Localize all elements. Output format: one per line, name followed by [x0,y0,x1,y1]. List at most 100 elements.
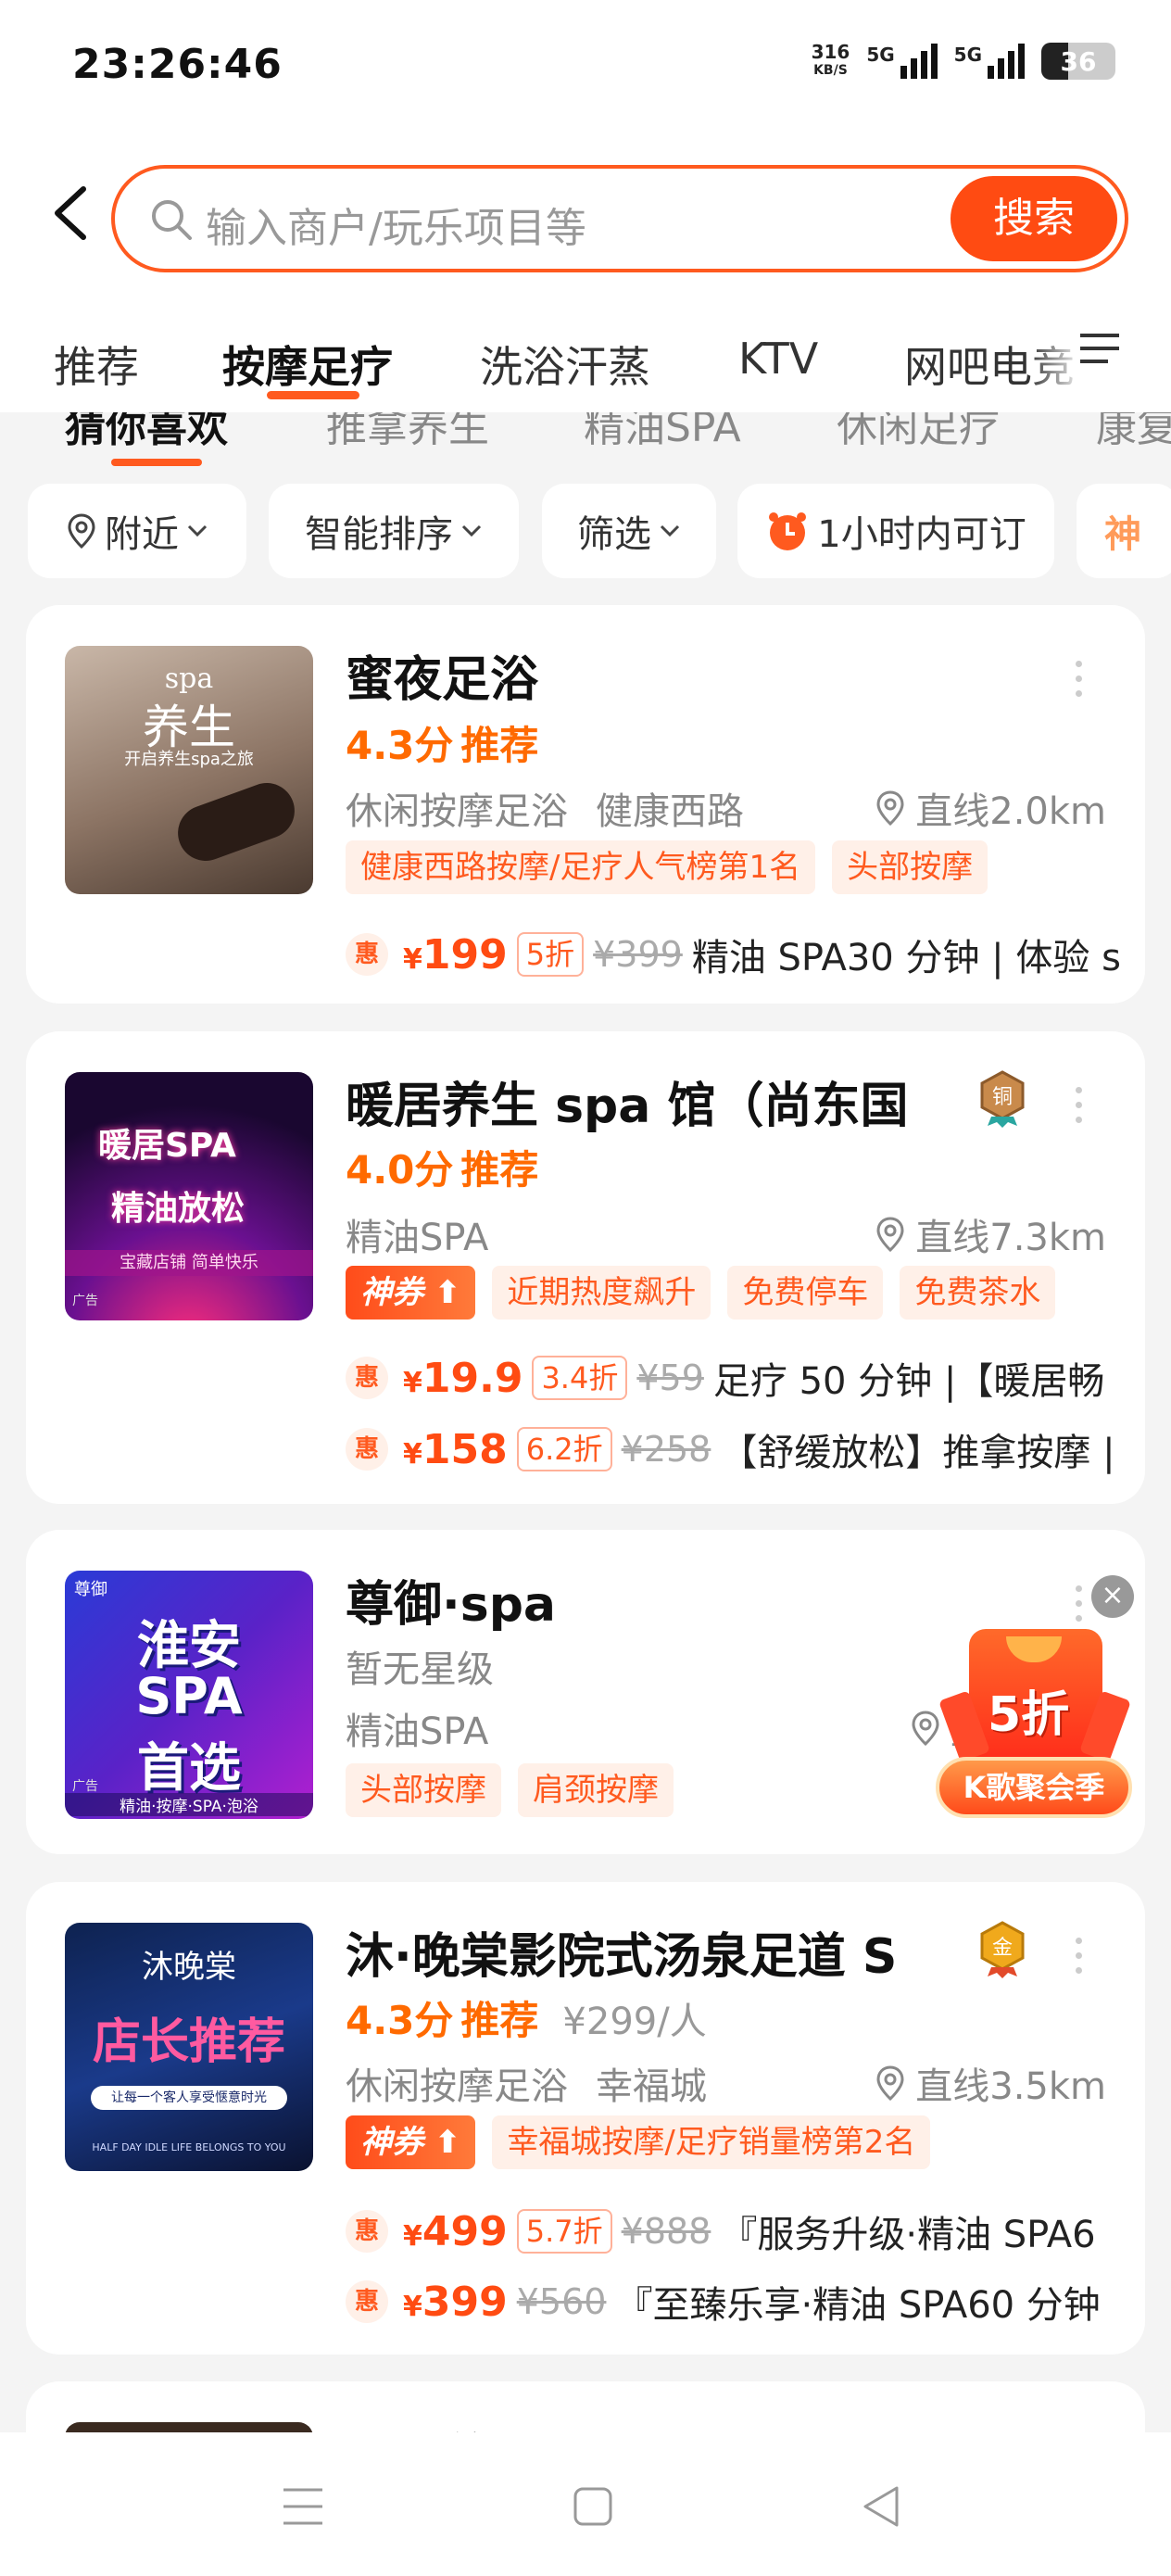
shop-tags: 神券 ⬆ 幸福城按摩/足疗销量榜第2名 [346,2115,931,2169]
deal-row[interactable]: 惠 ¥399 ¥560 『至臻乐享·精油 SPA60 分钟 [346,2275,1101,2329]
shop-name[interactable]: 尊御·spa [346,1565,556,1635]
shop-score: 4.3分 推荐 ¥299/人 [346,1998,707,2043]
battery-icon: 36 [1041,43,1115,80]
shop-category: 休闲按摩足浴 健康西路 [346,790,744,833]
shop-thumbnail: spa 养生 开启养生spa之旅 [65,646,313,894]
deal-row[interactable]: 惠 ¥158 6.2折 ¥258 【舒缓放松】推拿按摩 | [346,1422,1115,1476]
deal-price: ¥158 [403,1425,508,1473]
search-input[interactable]: 输入商户/玩乐项目等 搜索 [111,165,1128,272]
shop-card-4[interactable]: 沐晚棠 店长推荐 让每一个客人享受惬意时光 HALF DAY IDLE LIFE… [26,1882,1145,2355]
tag-badge: 肩颈按摩 [518,1763,674,1817]
shop-tags: 神券 ⬆ 近期热度飙升 免费停车 免费茶水 [346,1266,1056,1320]
subtab-rehab[interactable]: 康复 [1096,412,1171,453]
menu-icon[interactable] [1077,330,1123,371]
shop-name[interactable]: 沐·晚棠影院式汤泉足道 S [346,1917,897,1987]
deal-original-price: ¥258 [621,1429,711,1470]
search-icon [152,200,192,240]
deal-discount: 3.4折 [532,1356,628,1400]
deal-discount: 5.7折 [516,2209,612,2254]
shop-thumbnail: 尊御 淮安 SPA 首选 精油·按摩·SPA·泡浴 广告 [65,1571,313,1819]
filter-bar: 附近 智能排序 筛选 1小时内可订 神 [0,480,1171,582]
system-nav-bar [0,2432,1171,2576]
deal-icon: 惠 [346,1428,388,1471]
back-nav-icon[interactable] [860,2484,900,2529]
chevron-down-icon [461,524,482,537]
promo-floating-badge[interactable]: 5折 K歌聚会季 [932,1629,1136,1822]
shop-category: 休闲按摩足浴 幸福城 [346,2065,707,2108]
chevron-down-icon [187,524,208,537]
shop-category: 精油SPA [346,1711,489,1753]
home-nav-icon[interactable] [573,2486,613,2527]
tag-badge: 健康西路按摩/足疗人气榜第1名 [346,840,816,894]
signal-icon-2: 5G [954,44,1025,79]
tab-ktv[interactable]: KTV [738,334,818,384]
location-icon [876,2065,904,2102]
deal-discount: 6.2折 [516,1427,612,1471]
deal-original-price: ¥888 [621,2211,711,2252]
close-icon[interactable]: × [1091,1575,1134,1618]
shop-card-1[interactable]: spa 养生 开启养生spa之旅 蜜夜足浴 4.3分 推荐 休闲按摩足浴 健康西路 … [26,605,1145,1004]
coupon-badge: 神券 ⬆ [346,2115,476,2169]
deal-row[interactable]: 惠 ¥199 5折 ¥399 精油 SPA30 分钟 | 体验 s [346,928,1121,981]
shop-score: 4.0分 推荐 [346,1147,539,1193]
search-header: 输入商户/玩乐项目等 搜索 [0,139,1171,278]
shop-distance: 直线3.5km [875,2056,1106,2110]
deal-discount: 5折 [516,932,585,977]
search-button[interactable]: 搜索 [951,176,1117,261]
location-icon [68,513,95,549]
deal-original-price: ¥399 [593,934,683,975]
deal-row[interactable]: 惠 ¥499 5.7折 ¥888 『服务升级·精油 SPA6 [346,2204,1096,2258]
status-bar: 23:26:46 316 KB/S 5G 5G 36 [0,0,1171,139]
shop-name[interactable]: 暖居养生 spa 馆（尚东国 [346,1067,908,1136]
tab-massage[interactable]: 按摩足疗 [222,334,393,395]
search-placeholder: 输入商户/玩乐项目等 [206,205,586,252]
subtab-tuina[interactable]: 推拿养生 [326,412,489,453]
deal-icon: 惠 [346,933,388,976]
tag-badge: 头部按摩 [832,840,988,894]
svg-text:铜: 铜 [992,1086,1013,1109]
bronze-medal-icon: 铜 [980,1070,1025,1128]
active-tab-indicator [267,391,359,399]
subtab-guess[interactable]: 猜你喜欢 [65,412,228,453]
more-icon[interactable] [1075,1087,1084,1128]
deal-row[interactable]: 惠 ¥19.9 3.4折 ¥59 足疗 50 分钟 |【暖居畅 [346,1351,1104,1405]
tag-badge: 幸福城按摩/足疗销量榜第2名 [492,2115,931,2169]
filter-sort[interactable]: 智能排序 [269,484,519,578]
filter-extra[interactable]: 神 [1077,484,1171,578]
tag-badge: 免费停车 [727,1266,884,1320]
shop-score: 4.3分 推荐 [346,723,539,768]
promo-discount: 5折 [988,1687,1070,1743]
shop-tags: 健康西路按摩/足疗人气榜第1名 头部按摩 [346,840,988,894]
net-speed: 316 KB/S [811,41,850,78]
tag-badge: 头部按摩 [346,1763,501,1817]
menu-nav-icon[interactable] [282,2486,324,2527]
deal-description: 『服务升级·精油 SPA6 [720,2214,1096,2256]
more-icon[interactable] [1075,1938,1084,1978]
tab-bath[interactable]: 洗浴汗蒸 [480,334,650,395]
deal-description: 『至臻乐享·精油 SPA60 分钟 [615,2284,1101,2327]
shop-category: 精油SPA [346,1217,489,1259]
deal-original-price: ¥59 [636,1357,704,1398]
signal-icon: 5G [866,44,938,79]
status-time: 23:26:46 [72,41,283,88]
tag-badge: 免费茶水 [900,1266,1056,1320]
tag-badge: 近期热度飙升 [492,1266,711,1320]
filter-bookable-1h[interactable]: 1小时内可订 [737,484,1054,578]
more-icon[interactable] [1075,1585,1084,1626]
shop-thumbnail: 暖居SPA 精油放松 宝藏店铺 简单快乐 广告 [65,1072,313,1320]
shop-card-2[interactable]: 暖居SPA 精油放松 宝藏店铺 简单快乐 广告 暖居养生 spa 馆（尚东国 铜… [26,1031,1145,1504]
tab-recommend[interactable]: 推荐 [54,334,139,395]
deal-icon: 惠 [346,1357,388,1399]
shop-distance: 直线2.0km [875,781,1106,835]
subtab-foot[interactable]: 休闲足疗 [837,412,1000,453]
deal-icon: 惠 [346,2280,388,2323]
more-icon[interactable] [1075,661,1084,701]
deal-description: 【舒缓放松】推拿按摩 | [720,1432,1115,1474]
filter-nearby[interactable]: 附近 [28,484,246,578]
shop-name[interactable]: 蜜夜足浴 [346,640,538,710]
deal-icon: 惠 [346,2210,388,2253]
coupon-badge: 神券 ⬆ [346,1266,476,1320]
back-icon[interactable] [48,185,93,241]
filter-filter[interactable]: 筛选 [542,484,716,578]
subtab-oil-spa[interactable]: 精油SPA [584,412,741,453]
